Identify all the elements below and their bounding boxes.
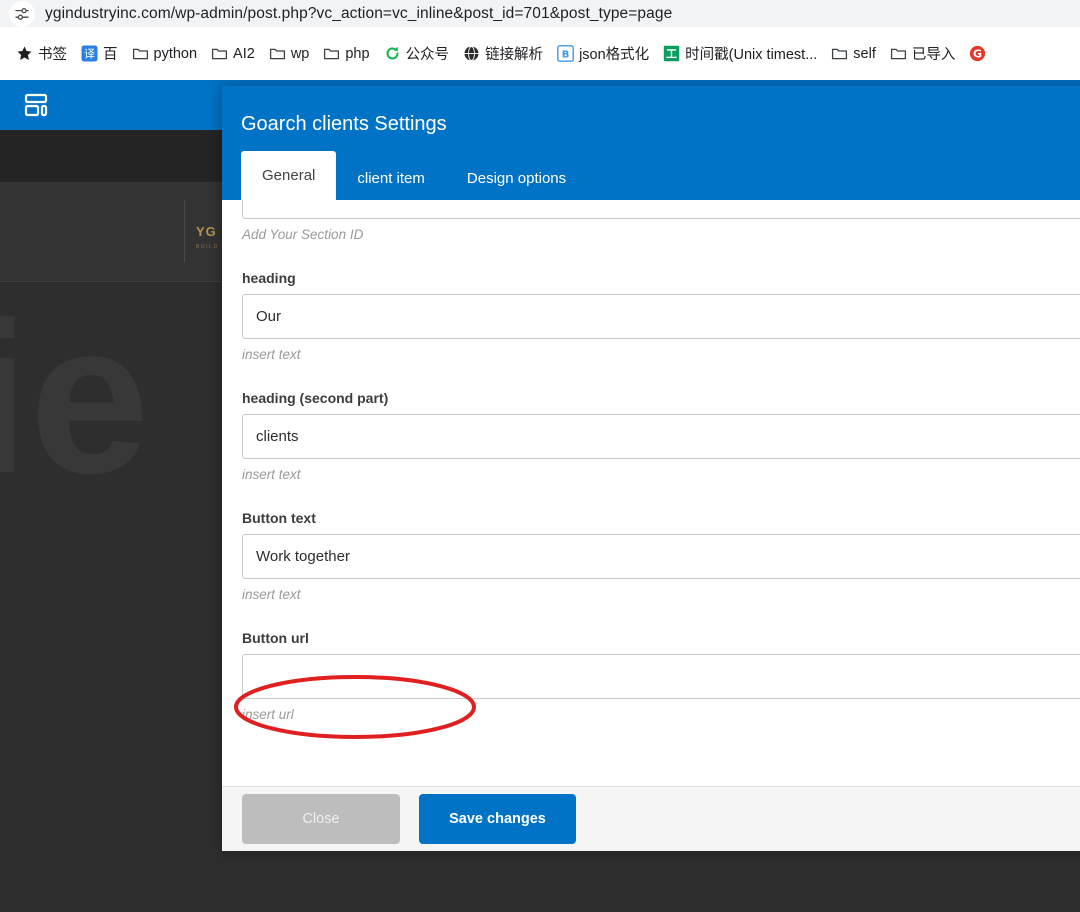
field-heading-second-part: heading (second part) insert text bbox=[242, 390, 1080, 482]
section-id-input[interactable] bbox=[242, 200, 1080, 219]
field-button-text: Button text insert text bbox=[242, 510, 1080, 602]
tab-general[interactable]: General bbox=[241, 151, 336, 200]
url-text: ygindustryinc.com/wp-admin/post.php?vc_a… bbox=[45, 5, 672, 23]
bookmark-g-red[interactable]: G bbox=[963, 42, 999, 65]
section-id-hint: Add Your Section ID bbox=[242, 227, 1080, 242]
folder-icon bbox=[132, 45, 149, 62]
bookmark-ai2[interactable]: AI2 bbox=[205, 42, 263, 65]
settings-modal: Goarch clients Settings General client i… bbox=[222, 86, 1080, 851]
json-b-icon: B bbox=[557, 45, 574, 62]
bookmark-label: 时间戳(Unix timest... bbox=[685, 43, 817, 64]
spacer bbox=[242, 602, 1080, 630]
bookmark-bai[interactable]: 译 百 bbox=[75, 40, 126, 67]
bookmark-lianjiejiexi[interactable]: 链接解析 bbox=[457, 40, 551, 67]
bookmark-label: 书签 bbox=[38, 43, 67, 64]
tab-design-options[interactable]: Design options bbox=[446, 158, 587, 200]
tune-icon[interactable] bbox=[9, 1, 35, 27]
g-red-icon: G bbox=[969, 45, 986, 62]
bookmark-timestamp[interactable]: 工 时间戳(Unix timest... bbox=[657, 40, 825, 67]
folder-icon bbox=[323, 45, 340, 62]
bookmark-label: php bbox=[345, 46, 369, 62]
timestamp-icon: 工 bbox=[663, 45, 680, 62]
button-url-hint: insert url bbox=[242, 707, 1080, 722]
folder-icon bbox=[831, 45, 848, 62]
bookmark-wp[interactable]: wp bbox=[263, 42, 318, 65]
button-text-hint: insert text bbox=[242, 587, 1080, 602]
svg-text:B: B bbox=[562, 49, 570, 60]
save-changes-button[interactable]: Save changes bbox=[419, 794, 576, 844]
heading-second-part-label: heading (second part) bbox=[242, 390, 1080, 406]
tab-client-item[interactable]: client item bbox=[336, 158, 446, 200]
button-url-label: Button url bbox=[242, 630, 1080, 646]
screen-root: YG I BUILD Y ie WORK TOGETHER → 公众号 · 左手… bbox=[0, 0, 1080, 912]
bookmark-php[interactable]: php bbox=[317, 42, 377, 65]
bookmark-shuqian[interactable]: 书签 bbox=[10, 40, 75, 67]
field-section-id: Add Your Section ID bbox=[242, 200, 1080, 242]
brand-divider bbox=[184, 200, 185, 262]
button-text-input[interactable] bbox=[242, 534, 1080, 579]
svg-text:工: 工 bbox=[666, 48, 677, 61]
modal-tabs: General client item Design options bbox=[241, 151, 587, 200]
bookmark-python[interactable]: python bbox=[126, 42, 206, 65]
close-button[interactable]: Close bbox=[242, 794, 400, 844]
star-icon bbox=[16, 45, 33, 62]
spacer bbox=[242, 482, 1080, 510]
modal-header: Goarch clients Settings General client i… bbox=[222, 86, 1080, 200]
bookmark-label: json格式化 bbox=[579, 43, 649, 64]
folder-icon bbox=[269, 45, 286, 62]
folder-icon bbox=[211, 45, 228, 62]
browser-chrome: ygindustryinc.com/wp-admin/post.php?vc_a… bbox=[0, 0, 1080, 80]
heading-input[interactable] bbox=[242, 294, 1080, 339]
svg-text:译: 译 bbox=[84, 48, 95, 61]
svg-text:G: G bbox=[973, 48, 982, 61]
field-button-url: Button url insert url bbox=[242, 630, 1080, 722]
globe-icon bbox=[463, 45, 480, 62]
bookmarks-bar: 书签 译 百 python bbox=[0, 27, 1080, 80]
heading-hint: insert text bbox=[242, 347, 1080, 362]
folder-icon bbox=[890, 45, 907, 62]
modal-body: Add Your Section ID heading insert text … bbox=[222, 200, 1080, 786]
bookmark-yidaoru[interactable]: 已导入 bbox=[884, 40, 964, 67]
bookmark-json-format[interactable]: B json格式化 bbox=[551, 40, 657, 67]
bookmark-label: 已导入 bbox=[912, 43, 956, 64]
heading-second-part-input[interactable] bbox=[242, 414, 1080, 459]
address-bar[interactable]: ygindustryinc.com/wp-admin/post.php?vc_a… bbox=[0, 0, 1080, 27]
bookmark-label: AI2 bbox=[233, 46, 255, 62]
modal-footer: Close Save changes bbox=[222, 786, 1080, 851]
spacer bbox=[242, 242, 1080, 270]
bookmark-label: 百 bbox=[103, 43, 118, 64]
refresh-green-icon bbox=[384, 45, 401, 62]
button-url-input[interactable] bbox=[242, 654, 1080, 699]
bookmark-label: self bbox=[853, 46, 876, 62]
section-watermark-text: ie bbox=[0, 290, 149, 505]
spacer bbox=[242, 362, 1080, 390]
bookmark-label: python bbox=[154, 46, 198, 62]
heading-second-part-hint: insert text bbox=[242, 467, 1080, 482]
bookmark-label: 链接解析 bbox=[485, 43, 543, 64]
heading-label: heading bbox=[242, 270, 1080, 286]
modal-title: Goarch clients Settings bbox=[241, 113, 447, 136]
button-text-label: Button text bbox=[242, 510, 1080, 526]
layout-builder-icon[interactable] bbox=[22, 91, 50, 119]
translate-icon: 译 bbox=[81, 45, 98, 62]
bookmark-label: wp bbox=[291, 46, 310, 62]
bookmark-label: 公众号 bbox=[406, 43, 450, 64]
bookmark-gongzhonghao[interactable]: 公众号 bbox=[378, 40, 458, 67]
field-heading: heading insert text bbox=[242, 270, 1080, 362]
bookmark-self[interactable]: self bbox=[825, 42, 884, 65]
